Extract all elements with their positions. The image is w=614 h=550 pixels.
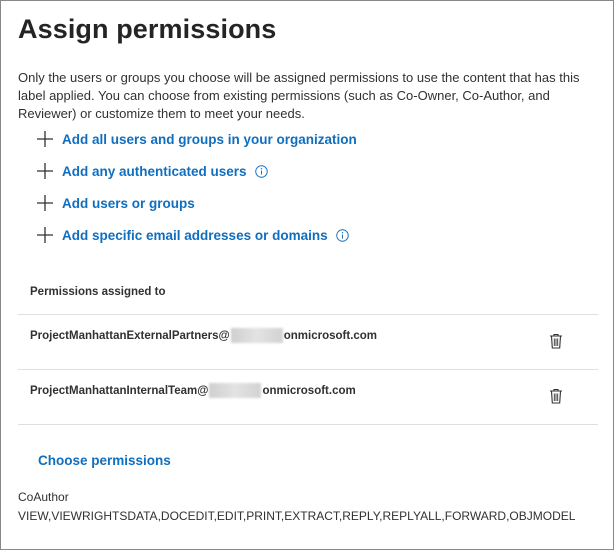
plus-icon (37, 195, 53, 211)
permissions-header: Permissions assigned to (30, 286, 166, 298)
add-users-or-groups-label: Add users or groups (62, 195, 195, 211)
page-title: Assign permissions (18, 14, 277, 44)
divider (18, 424, 598, 425)
trash-icon[interactable] (549, 333, 563, 349)
add-users-or-groups-button[interactable]: Add users or groups (36, 193, 195, 213)
email-prefix: ProjectManhattanExternalPartners@ (30, 329, 230, 342)
permission-email: ProjectManhattanExternalPartners@ onmicr… (30, 328, 377, 343)
assigned-role-rights: VIEW,VIEWRIGHTSDATA,DOCEDIT,EDIT,PRINT,E… (18, 509, 576, 523)
trash-icon[interactable] (549, 388, 563, 404)
email-suffix: onmicrosoft.com (283, 329, 378, 342)
panel-description: Only the users or groups you choose will… (18, 70, 580, 121)
add-authenticated-users-button[interactable]: Add any authenticated users (36, 161, 268, 181)
plus-icon (37, 227, 53, 243)
info-icon[interactable] (254, 164, 268, 178)
add-email-addresses-or-domains-button[interactable]: Add specific email addresses or domains (36, 225, 349, 245)
plus-icon (37, 131, 53, 147)
choose-permissions-link[interactable]: Choose permissions (38, 453, 171, 468)
redacted-domain (209, 383, 262, 398)
redacted-domain (230, 328, 283, 343)
add-email-addresses-or-domains-label: Add specific email addresses or domains (62, 227, 328, 243)
email-suffix: onmicrosoft.com (262, 384, 356, 397)
assigned-role-name: CoAuthor (18, 490, 69, 504)
assign-permissions-panel: Assign permissions Only the users or gro… (0, 0, 614, 550)
permission-row: ProjectManhattanInternalTeam@ onmicrosof… (18, 370, 598, 424)
permission-email: ProjectManhattanInternalTeam@ onmicrosof… (30, 383, 356, 398)
add-authenticated-users-label: Add any authenticated users (62, 163, 247, 179)
plus-icon (37, 163, 53, 179)
email-prefix: ProjectManhattanInternalTeam@ (30, 384, 209, 397)
permission-row: ProjectManhattanExternalPartners@ onmicr… (18, 315, 598, 369)
add-all-users-and-groups-button[interactable]: Add all users and groups in your organiz… (36, 129, 357, 149)
add-all-users-and-groups-label: Add all users and groups in your organiz… (62, 131, 357, 147)
info-icon[interactable] (335, 228, 349, 242)
